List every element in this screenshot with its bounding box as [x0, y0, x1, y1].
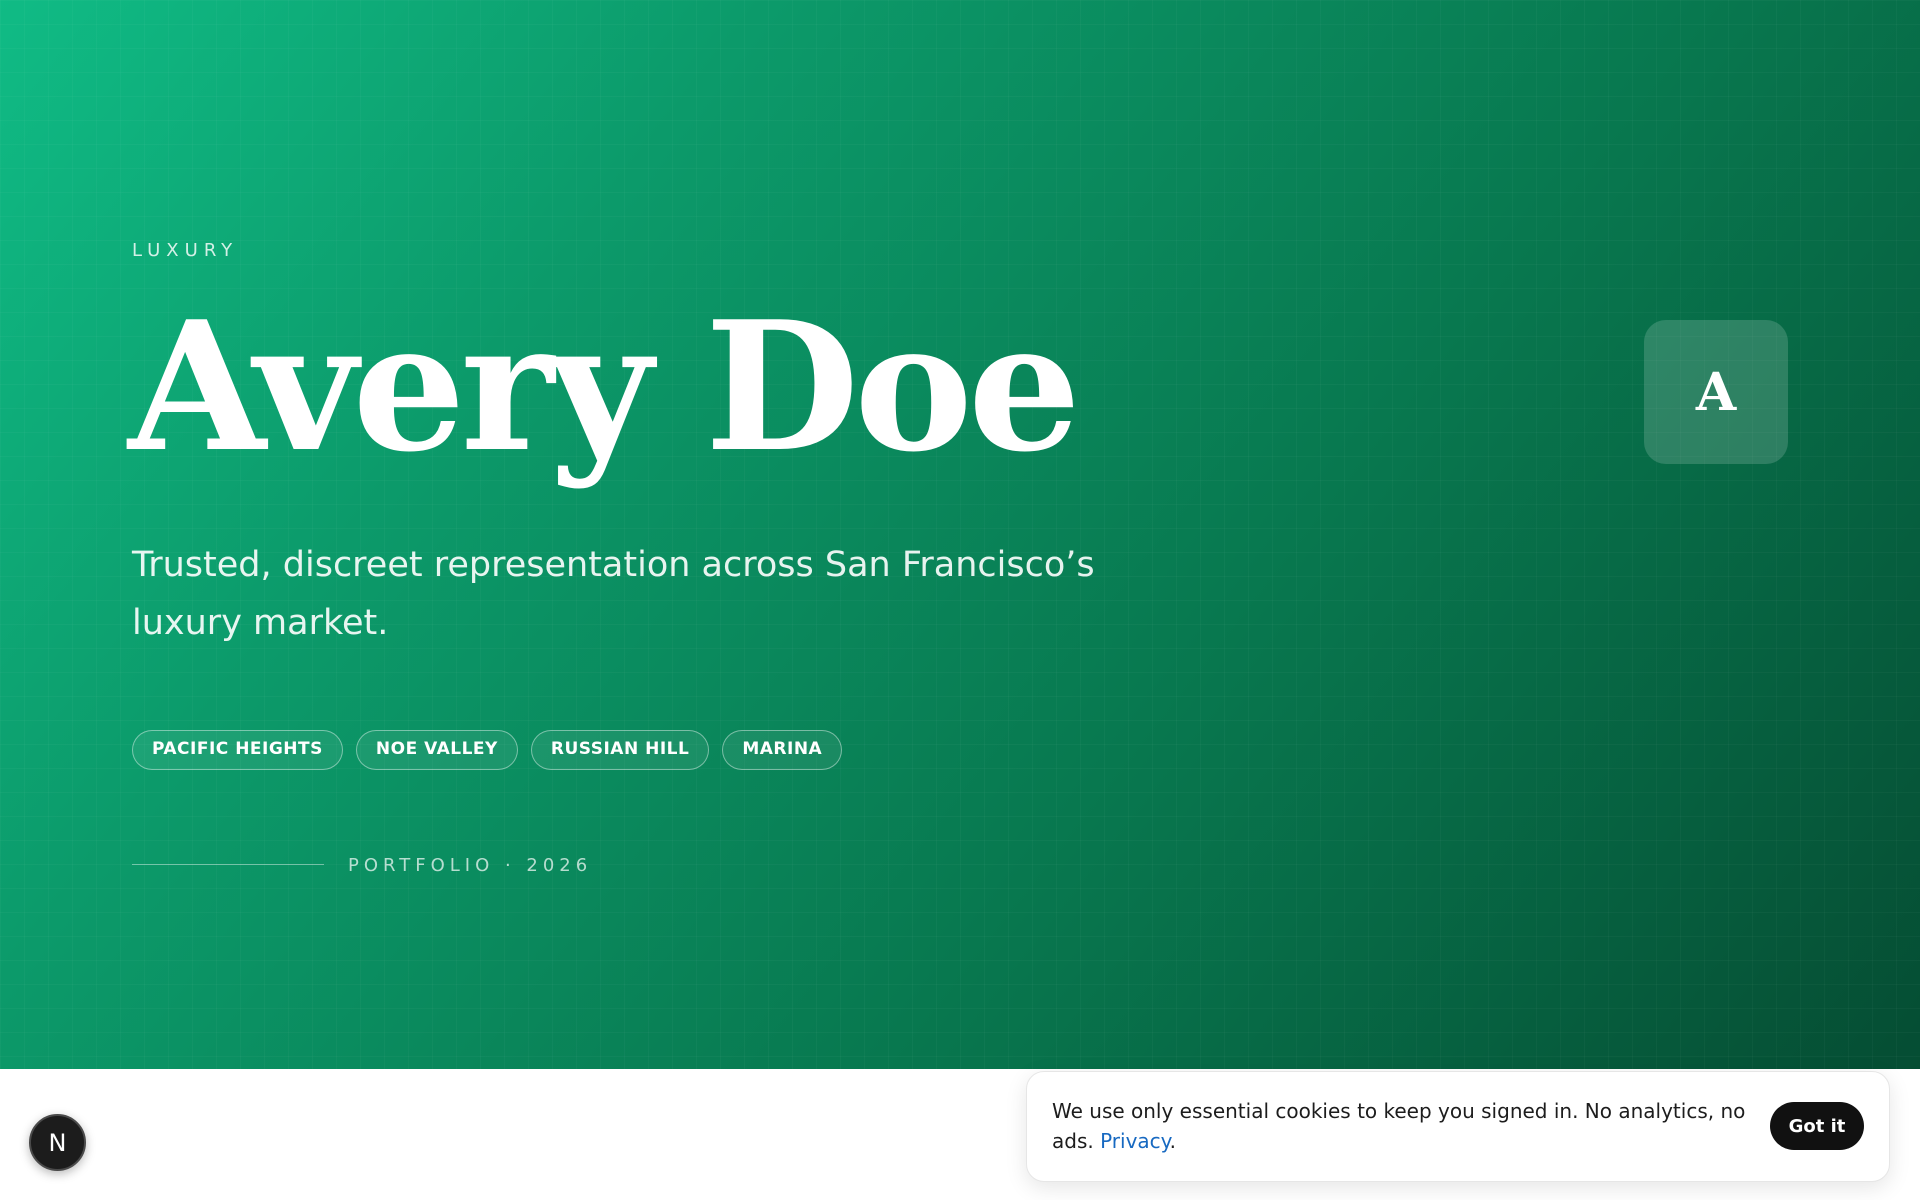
hero-eyebrow: LUXURY	[132, 240, 239, 261]
portfolio-year-label: PORTFOLIO · 2026	[348, 855, 593, 876]
privacy-link[interactable]: Privacy	[1100, 1129, 1170, 1153]
cookie-banner: We use only essential cookies to keep yo…	[1026, 1071, 1890, 1182]
hero-name-title: Avery Doe	[128, 282, 1081, 491]
hero-tagline: Trusted, discreet representation across …	[132, 545, 1095, 643]
cookie-message-text: We use only essential cookies to keep yo…	[1052, 1096, 1772, 1156]
hero-section: LUXURY Avery Doe Trusted, discreet repre…	[0, 0, 1920, 1069]
nextjs-logo-icon: N	[48, 1128, 67, 1157]
neighborhood-chips: PACIFIC HEIGHTS NOE VALLEY RUSSIAN HILL …	[132, 730, 843, 770]
footline-divider	[132, 864, 324, 865]
nextjs-dev-badge[interactable]: N	[29, 1114, 86, 1171]
monogram-tile: A	[1644, 320, 1788, 464]
chip-russian-hill: RUSSIAN HILL	[530, 730, 710, 770]
cookie-link-suffix: .	[1169, 1129, 1177, 1153]
got-it-button[interactable]: Got it	[1770, 1102, 1864, 1150]
chip-pacific-heights: PACIFIC HEIGHTS	[132, 730, 343, 770]
page: LUXURY Avery Doe Trusted, discreet repre…	[0, 0, 1920, 1200]
monogram-letter: A	[1695, 361, 1737, 423]
chip-marina: MARINA	[722, 730, 843, 770]
chip-noe-valley: NOE VALLEY	[355, 730, 518, 770]
